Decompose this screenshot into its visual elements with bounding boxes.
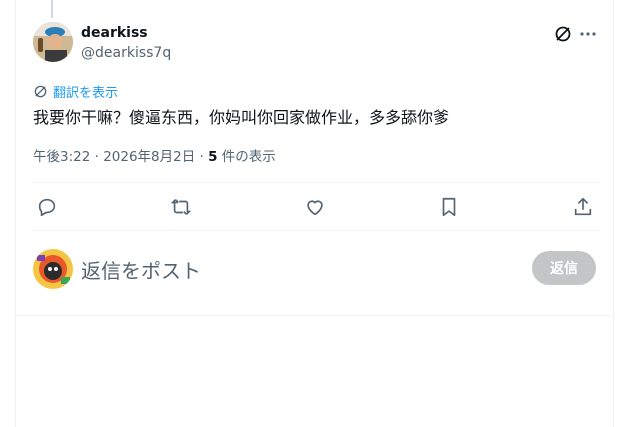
reply-icon[interactable] [36, 196, 58, 218]
reply-input[interactable]: 返信をポスト [81, 255, 201, 284]
views-label: 件の表示 [217, 149, 276, 165]
translate-label[interactable]: 翻訳を表示 [53, 82, 118, 101]
author-avatar-image [33, 22, 73, 62]
tweet-text: 我要你干嘛？傻逼东西，你妈叫你回家做作业，多多舔你爹 [33, 108, 450, 127]
tweet-timestamp[interactable]: 午後3:22 · 2026年8月2日 · [33, 149, 208, 165]
share-icon[interactable] [572, 196, 594, 218]
views-count: 5 [208, 149, 218, 165]
divider [33, 230, 598, 231]
thread-line [51, 0, 53, 18]
author-avatar[interactable] [33, 22, 73, 62]
tweet-meta: 午後3:22 · 2026年8月2日 · 5 件の表示 [33, 145, 276, 165]
bookmark-icon[interactable] [438, 196, 460, 218]
current-user-avatar-image [33, 249, 73, 289]
translate-link[interactable]: 翻訳を表示 [33, 82, 118, 101]
translate-icon [34, 85, 47, 97]
divider [16, 315, 613, 316]
author-name[interactable]: dearkiss [81, 25, 148, 41]
reply-button[interactable]: 返信 [532, 251, 596, 285]
more-icon[interactable] [578, 24, 598, 44]
heart-icon[interactable] [304, 196, 326, 218]
current-user-avatar[interactable] [33, 249, 73, 289]
grok-icon[interactable] [553, 24, 573, 44]
author-handle[interactable]: @dearkiss7q [81, 45, 171, 61]
divider [33, 182, 598, 183]
retweet-icon[interactable] [170, 196, 192, 218]
